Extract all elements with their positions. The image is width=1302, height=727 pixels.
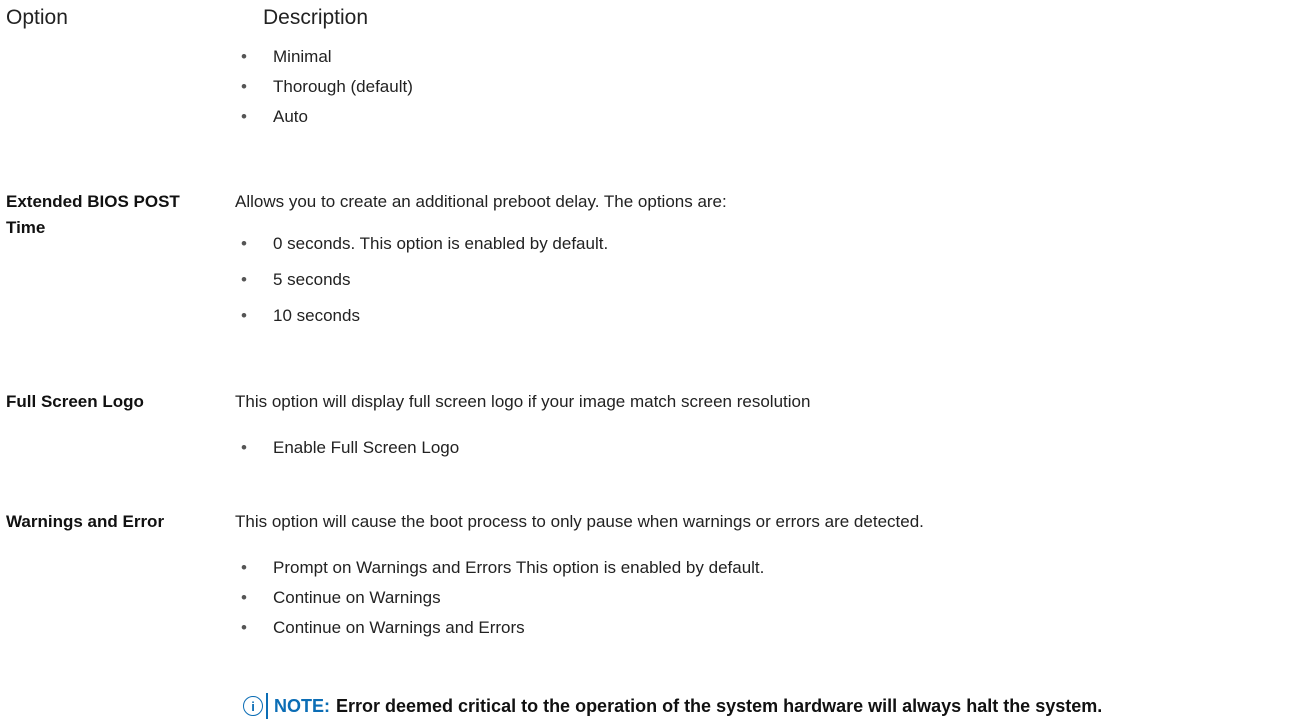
list-item: • Auto: [235, 104, 1295, 130]
bullet-icon: •: [241, 270, 247, 289]
list-item: • Enable Full Screen Logo: [235, 435, 1295, 461]
description-column-header: Description: [263, 6, 369, 29]
note-label: NOTE:: [274, 695, 330, 716]
extended-bios-description-text: Allows you to create an additional prebo…: [235, 192, 727, 211]
option-column-header: Option: [6, 6, 68, 29]
full-screen-logo-option-name: Full Screen Logo: [6, 392, 144, 411]
list-item: • Continue on Warnings and Errors: [235, 615, 1295, 641]
bullet-icon: •: [241, 306, 247, 325]
extended-bios-option-name: Extended BIOS POST Time: [6, 192, 180, 237]
note-text: Error deemed critical to the operation o…: [336, 695, 1103, 716]
bullet-icon: •: [241, 107, 247, 126]
document-page: Option Description • Minimal • Thorough (d…: [0, 0, 1302, 727]
bullet-icon: •: [241, 77, 247, 96]
extended-bios-description: Allows you to create an additional prebo…: [235, 189, 1295, 329]
continued-option-description: • Minimal • Thorough (default) • Auto: [235, 44, 1295, 130]
bullet-icon: •: [241, 558, 247, 577]
continued-option-list: • Minimal • Thorough (default) • Auto: [235, 44, 1295, 130]
bullet-icon: •: [241, 234, 247, 253]
list-item: • 5 seconds: [235, 267, 1295, 293]
full-screen-logo-options-list: • Enable Full Screen Logo: [235, 435, 1295, 461]
note-divider: [266, 693, 268, 719]
list-item: • 10 seconds: [235, 303, 1295, 329]
list-item: • 0 seconds. This option is enabled by de…: [235, 231, 1295, 257]
bullet-icon: •: [241, 438, 247, 457]
list-item: • Prompt on Warnings and Errors This opti…: [235, 555, 1295, 581]
info-icon: i: [243, 696, 263, 716]
bullet-icon: •: [241, 588, 247, 607]
warnings-error-description-text: This option will cause the boot process …: [235, 512, 924, 531]
bullet-icon: •: [241, 618, 247, 637]
list-item: • Minimal: [235, 44, 1295, 70]
extended-bios-options-list: • 0 seconds. This option is enabled by de…: [235, 231, 1295, 329]
full-screen-logo-description-text: This option will display full screen log…: [235, 392, 811, 411]
list-item: • Thorough (default): [235, 74, 1295, 100]
note-callout: i NOTE: Error deemed critical to the ope…: [243, 693, 1102, 719]
warnings-error-option-name: Warnings and Error: [6, 512, 165, 531]
warnings-error-options-list: • Prompt on Warnings and Errors This opti…: [235, 555, 1295, 641]
bullet-icon: •: [241, 47, 247, 66]
list-item: • Continue on Warnings: [235, 585, 1295, 611]
full-screen-logo-description: This option will display full screen log…: [235, 389, 1295, 461]
warnings-error-description: This option will cause the boot process …: [235, 509, 1295, 641]
